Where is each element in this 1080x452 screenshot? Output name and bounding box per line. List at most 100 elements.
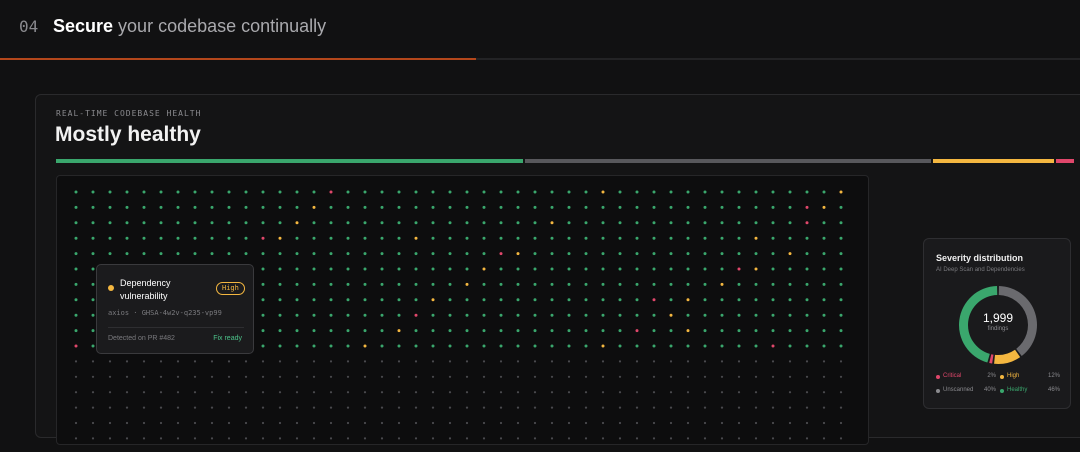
finding-dot-healthy[interactable] (788, 221, 792, 225)
finding-dot-healthy[interactable] (210, 236, 214, 240)
finding-dot-healthy[interactable] (584, 236, 588, 240)
finding-dot-unscanned[interactable] (550, 391, 554, 394)
finding-dot-healthy[interactable] (380, 313, 384, 317)
finding-dot-unscanned[interactable] (380, 391, 384, 394)
finding-dot-healthy[interactable] (74, 205, 78, 209)
finding-dot-healthy[interactable] (601, 205, 605, 209)
finding-dot-healthy[interactable] (397, 252, 401, 256)
finding-dot-unscanned[interactable] (720, 360, 724, 363)
finding-dot-healthy[interactable] (669, 282, 673, 286)
finding-dot-healthy[interactable] (805, 236, 809, 240)
finding-dot-healthy[interactable] (159, 221, 163, 225)
finding-dot-healthy[interactable] (108, 205, 112, 209)
finding-dot-healthy[interactable] (618, 221, 622, 225)
finding-dot-healthy[interactable] (754, 329, 758, 333)
finding-dot-healthy[interactable] (771, 313, 775, 317)
finding-dot-healthy[interactable] (74, 267, 78, 271)
finding-dot-unscanned[interactable] (414, 375, 418, 378)
finding-dot-healthy[interactable] (737, 221, 741, 225)
finding-dot-healthy[interactable] (380, 190, 384, 194)
finding-dot-healthy[interactable] (567, 344, 571, 348)
finding-dot-healthy[interactable] (567, 267, 571, 271)
finding-dot-healthy[interactable] (533, 298, 537, 302)
finding-dot-unscanned[interactable] (669, 360, 673, 363)
finding-dot-unscanned[interactable] (652, 375, 656, 378)
finding-dot-healthy[interactable] (91, 205, 95, 209)
finding-dot-healthy[interactable] (74, 298, 78, 302)
finding-dot-healthy[interactable] (618, 298, 622, 302)
finding-dot-high[interactable] (312, 205, 316, 209)
finding-dot-unscanned[interactable] (312, 375, 316, 378)
finding-dot-healthy[interactable] (703, 205, 707, 209)
finding-dot-unscanned[interactable] (125, 421, 129, 425)
finding-dot-healthy[interactable] (346, 190, 350, 194)
finding-dot-healthy[interactable] (448, 221, 452, 225)
finding-dot-healthy[interactable] (567, 236, 571, 240)
finding-dot-healthy[interactable] (295, 282, 299, 286)
finding-dot-healthy[interactable] (584, 313, 588, 317)
finding-dot-healthy[interactable] (91, 313, 95, 317)
finding-dot-healthy[interactable] (499, 313, 503, 317)
finding-dot-healthy[interactable] (822, 344, 826, 348)
finding-dot-high[interactable] (669, 313, 673, 317)
finding-dot-unscanned[interactable] (516, 437, 520, 440)
finding-dot-unscanned[interactable] (686, 360, 690, 363)
finding-dot-unscanned[interactable] (363, 421, 367, 425)
finding-dot-unscanned[interactable] (431, 375, 435, 378)
finding-dot-healthy[interactable] (516, 236, 520, 240)
finding-dot-healthy[interactable] (278, 298, 282, 302)
finding-dot-healthy[interactable] (805, 252, 809, 256)
finding-dot-healthy[interactable] (465, 267, 469, 271)
finding-dot-healthy[interactable] (703, 282, 707, 286)
finding-dot-healthy[interactable] (533, 252, 537, 256)
finding-dot-healthy[interactable] (312, 236, 316, 240)
finding-dot-healthy[interactable] (839, 221, 843, 225)
finding-dot-healthy[interactable] (397, 298, 401, 302)
finding-dot-unscanned[interactable] (669, 391, 673, 394)
finding-dot-unscanned[interactable] (686, 421, 690, 425)
finding-dot-healthy[interactable] (652, 190, 656, 194)
finding-dot-healthy[interactable] (788, 205, 792, 209)
finding-dot-healthy[interactable] (618, 344, 622, 348)
finding-dot-unscanned[interactable] (91, 375, 95, 378)
finding-dot-unscanned[interactable] (74, 421, 78, 425)
finding-dot-healthy[interactable] (414, 190, 418, 194)
finding-dot-high[interactable] (465, 282, 469, 286)
finding-dot-healthy[interactable] (720, 329, 724, 333)
finding-dot-healthy[interactable] (516, 190, 520, 194)
finding-dot-healthy[interactable] (329, 313, 333, 317)
finding-dot-high[interactable] (397, 329, 401, 333)
finding-dot-unscanned[interactable] (312, 406, 316, 409)
finding-dot-unscanned[interactable] (244, 421, 248, 425)
finding-dot-healthy[interactable] (380, 267, 384, 271)
finding-dot-healthy[interactable] (788, 267, 792, 271)
finding-dot-healthy[interactable] (227, 221, 231, 225)
finding-dot-healthy[interactable] (448, 267, 452, 271)
finding-dot-critical[interactable] (737, 267, 741, 271)
finding-dot-healthy[interactable] (822, 252, 826, 256)
finding-dot-unscanned[interactable] (533, 421, 537, 425)
finding-dot-healthy[interactable] (805, 329, 809, 333)
finding-dot-healthy[interactable] (329, 221, 333, 225)
finding-dot-healthy[interactable] (686, 252, 690, 256)
finding-dot-unscanned[interactable] (414, 421, 418, 425)
finding-dot-healthy[interactable] (193, 252, 197, 256)
finding-dot-healthy[interactable] (482, 221, 486, 225)
finding-dot-unscanned[interactable] (720, 421, 724, 425)
finding-dot-healthy[interactable] (584, 252, 588, 256)
finding-dot-healthy[interactable] (652, 313, 656, 317)
finding-dot-unscanned[interactable] (142, 391, 146, 394)
finding-dot-healthy[interactable] (669, 221, 673, 225)
finding-dot-unscanned[interactable] (584, 421, 588, 425)
finding-dot-critical[interactable] (74, 344, 78, 348)
finding-dot-unscanned[interactable] (244, 437, 248, 440)
finding-dot-unscanned[interactable] (329, 360, 333, 363)
finding-dot-healthy[interactable] (397, 344, 401, 348)
finding-dot-healthy[interactable] (142, 221, 146, 225)
finding-dot-healthy[interactable] (822, 190, 826, 194)
finding-dot-healthy[interactable] (618, 282, 622, 286)
finding-dot-healthy[interactable] (91, 329, 95, 333)
finding-dot-unscanned[interactable] (193, 375, 197, 378)
finding-dot-unscanned[interactable] (142, 360, 146, 363)
finding-dot-healthy[interactable] (397, 267, 401, 271)
